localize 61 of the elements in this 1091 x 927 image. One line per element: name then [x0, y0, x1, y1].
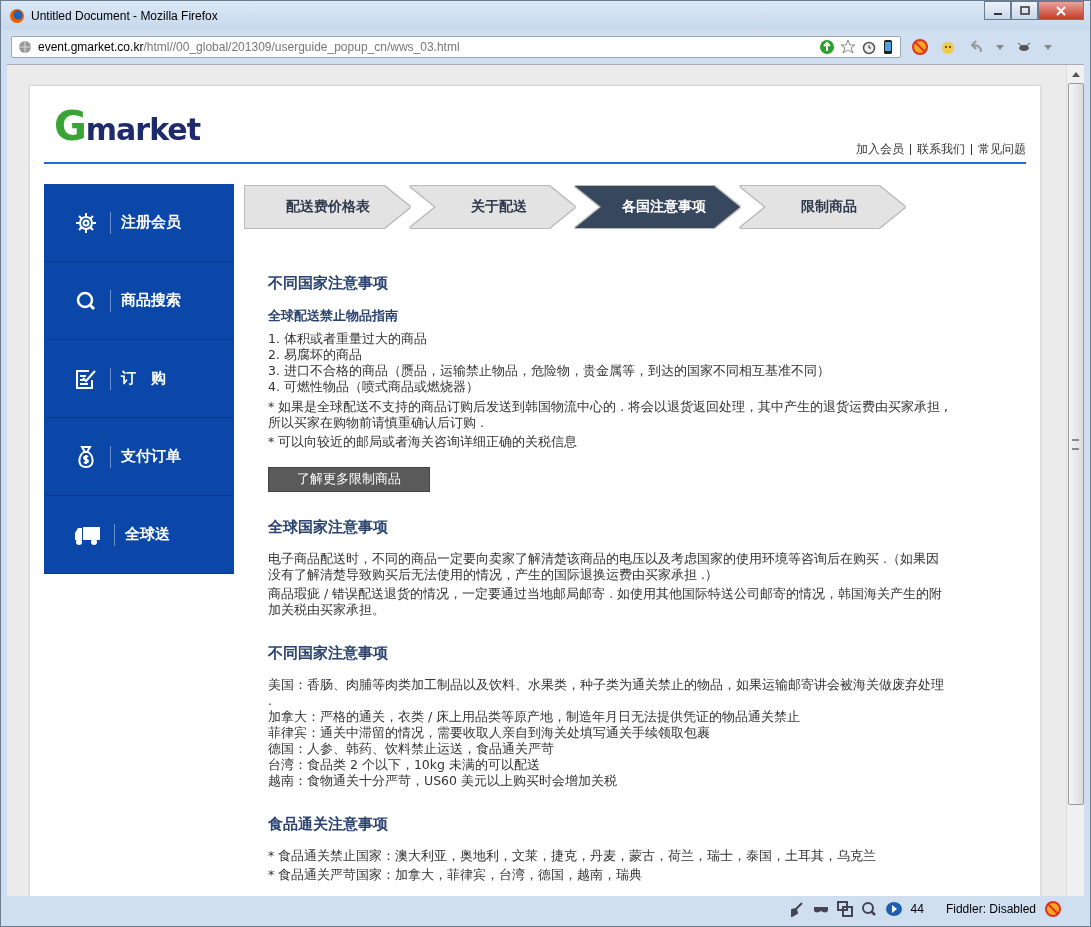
play-icon[interactable]: [884, 901, 903, 917]
dropdown-caret-icon[interactable]: [1043, 42, 1053, 52]
gear-icon: [74, 210, 98, 235]
paragraph: * 如果是全球配送不支持的商品订购后发送到韩国物流中心的 . 将会以退货返回处理，其中产生的退货运费由买家承担 , 所以买家在购物前请慎重确认后订购 .: [268, 399, 950, 431]
more-restricted-button[interactable]: 了解更多限制商品: [268, 467, 430, 492]
paragraph: * 食品通关禁止国家：澳大利亚，奥地利，文莱，捷克，丹麦，蒙古，荷兰，瑞士，泰国，土耳其，乌克兰: [268, 848, 878, 864]
text-line: 德国：人参、韩药、饮料禁止运送，食品通关严苛: [268, 741, 555, 757]
paragraph: * 食品通关严苛国家：加拿大，菲律宾，台湾，德国，越南，瑞典: [268, 867, 644, 883]
bookmark-star-icon[interactable]: [840, 39, 856, 55]
broom-icon[interactable]: [788, 901, 805, 917]
window-title: Untitled Document - Mozilla Firefox: [31, 8, 218, 23]
search-icon[interactable]: [860, 901, 877, 917]
sidebar-item[interactable]: 商品搜索: [44, 262, 234, 340]
step-tab[interactable]: 配送费价格表: [245, 186, 410, 228]
text-line: 1. 体积或者重量过大的商品: [268, 331, 428, 347]
header-link[interactable]: 加入会员: [856, 141, 904, 158]
sidebar-item[interactable]: 注册会员: [44, 184, 234, 262]
paragraph: 商品瑕疵 / 错误配送退货的情况，一定要通过当地邮局邮寄 . 如使用其他国际特送公司邮寄的情况，韩国海关产生的附加关税由买家承担。: [268, 586, 944, 618]
subheading: 全球配送禁止物品指南: [268, 307, 399, 325]
scroll-up-icon[interactable]: [1071, 71, 1080, 77]
text-line: 4. 可燃性物品（喷式商品或燃烧器）: [268, 379, 480, 395]
close-icon: [1056, 5, 1066, 16]
step-tab[interactable]: 关于配送: [410, 186, 575, 228]
dropdown-caret-icon[interactable]: [995, 42, 1005, 52]
blocked-icon[interactable]: [1044, 900, 1062, 918]
text-line: 2. 易腐坏的商品: [268, 347, 363, 363]
section-heading: 不同国家注意事项: [268, 644, 389, 663]
header-link[interactable]: 常见问题: [978, 141, 1026, 158]
text-line: 加拿大：严格的通关，衣类 / 床上用品类等原产地，制造年月日无法提供凭证的物品通关禁止: [268, 709, 802, 725]
close-button[interactable]: [1038, 1, 1084, 20]
text-line: 美国：香肠、肉脯等肉类加工制品以及饮料、水果类，种子类为通关禁止的物品，如果运输邮寄讲会被海关做废弃处理 .: [268, 677, 945, 709]
counter: 44: [910, 902, 924, 916]
maximize-icon: [1019, 5, 1030, 16]
step-tab[interactable]: 各国注意事项: [575, 186, 740, 228]
text-line: 越南：食物通关十分严苛，US60 美元以上购买时会增加关税: [268, 773, 618, 789]
address-field[interactable]: event.gmarket.co.kr/html//00_global/201309/userguide_popup_cn/wws_03.html: [11, 36, 901, 58]
status-text: Fiddler: Disabled: [945, 902, 1036, 916]
paragraph: * 可以向较近的邮局或者海关咨询详细正确的关税信息: [268, 434, 579, 450]
text-line: 菲律宾：通关中滞留的情况，需要收取人亲自到海关处填写通关手续领取包裹: [268, 725, 711, 741]
step-tab[interactable]: 限制商品: [740, 186, 905, 228]
minimize-icon: [993, 12, 1002, 15]
windows-icon[interactable]: [836, 901, 853, 917]
paragraph: 电子商品配送时，不同的商品一定要向卖家了解清楚该商品的电压以及考虑国家的使用环境等咨询后在购买 .（如果因没有了解清楚导致购买后无法使用的情况，产生的国际退换运费由买家承担 .）: [268, 551, 940, 583]
section-heading: 食品通关注意事项: [268, 815, 389, 834]
maximize-button[interactable]: [1011, 1, 1038, 20]
section-heading: 全球国家注意事项: [268, 518, 389, 537]
sidebar-item[interactable]: 全球送: [44, 496, 234, 574]
browser-logo-icon: [9, 7, 25, 24]
phone-icon[interactable]: [882, 39, 894, 55]
alarm-clock-icon[interactable]: [861, 39, 877, 55]
scrollbar[interactable]: [1066, 65, 1084, 896]
header-link[interactable]: 联系我们: [917, 141, 965, 158]
text-line: 台湾：食品类 2 个以下，10kg 未满的可以配送: [268, 757, 541, 773]
sidebar-item[interactable]: 支付订单: [44, 418, 234, 496]
text-line: 3. 进口不合格的商品（赝品，运输禁止物品，危险物，贵金属等，到达的国家不同相互基准不同）: [268, 363, 831, 379]
logo[interactable]: Gmarket: [54, 103, 200, 149]
section-heading: 不同国家注意事项: [268, 274, 389, 293]
sidebar-item[interactable]: 订 购: [44, 340, 234, 418]
globe-icon: [18, 40, 32, 54]
minimize-button[interactable]: [984, 1, 1011, 20]
blocked-icon[interactable]: [911, 38, 929, 56]
